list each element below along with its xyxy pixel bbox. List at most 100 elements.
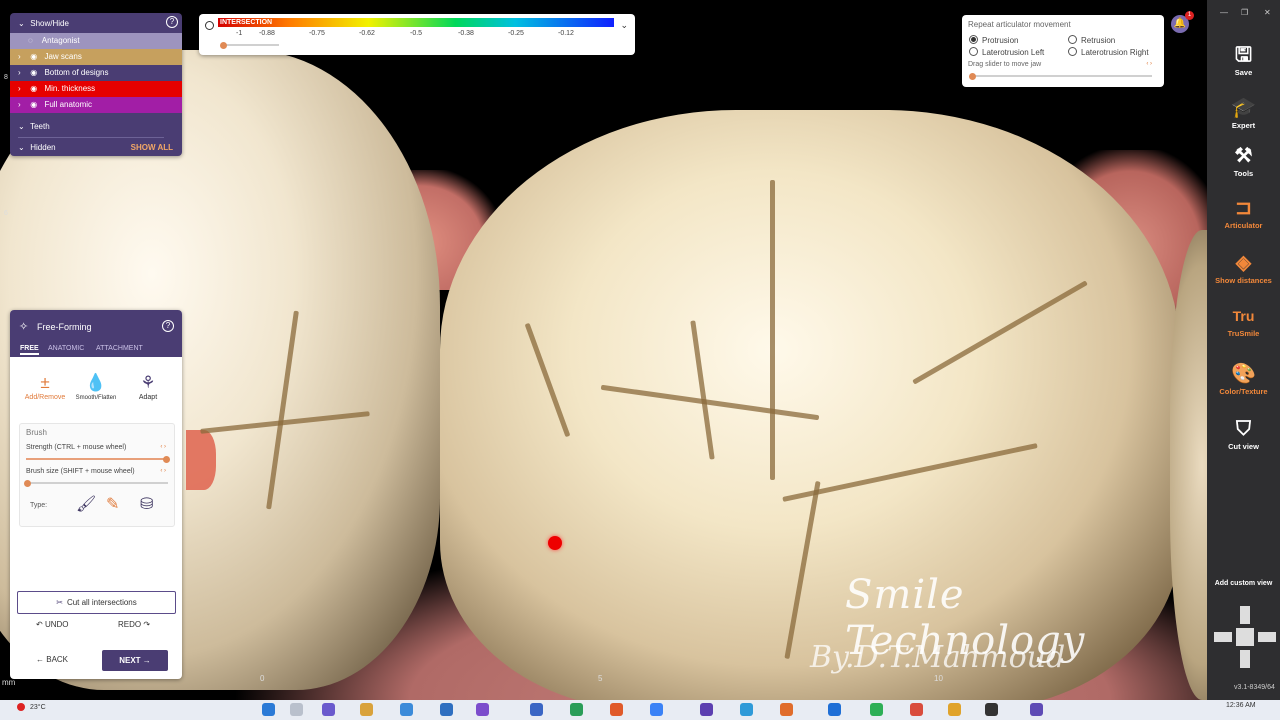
start-icon[interactable] — [262, 703, 275, 716]
taskbar-app-icon[interactable] — [870, 703, 883, 716]
show-all-button[interactable]: SHOW ALL — [131, 140, 173, 156]
eye-icon[interactable]: ◉ — [30, 81, 42, 97]
taskbar-app-icon[interactable] — [360, 703, 373, 716]
redo-button[interactable]: REDO ↷ — [118, 620, 150, 629]
brush-type-flat-icon[interactable]: 🖌 — [76, 494, 96, 514]
taskbar-app-icon[interactable] — [700, 703, 713, 716]
next-label: NEXT — [119, 656, 141, 665]
clock[interactable]: 12:36 AM — [1226, 702, 1256, 709]
taskbar-app-icon[interactable] — [610, 703, 623, 716]
layer-row-bottom-of-designs[interactable]: › ◉ Bottom of designs — [10, 65, 182, 81]
restore-icon[interactable]: ❐ — [1241, 8, 1248, 17]
cut-all-intersections-button[interactable]: ✂ Cut all intersections — [17, 591, 176, 614]
taskbar-app-icon[interactable] — [440, 703, 453, 716]
taskbar-app-icon[interactable] — [828, 703, 841, 716]
minimize-icon[interactable]: — — [1220, 8, 1228, 17]
toolbar-save[interactable]: 🖫 Save — [1207, 42, 1280, 77]
brush-type-cylinder-icon[interactable]: ⛁ — [140, 494, 153, 514]
taskbar-app-icon[interactable] — [400, 703, 413, 716]
size-slider-knob[interactable] — [24, 480, 31, 487]
view-navigation-pad[interactable] — [1214, 606, 1276, 668]
show-hide-title: Show/Hide — [30, 19, 69, 28]
next-button[interactable]: NEXT → — [102, 650, 168, 671]
radio-icon[interactable] — [1068, 35, 1077, 44]
taskbar-app-icon[interactable] — [740, 703, 753, 716]
chevron-right-icon[interactable]: › — [18, 65, 28, 81]
jaw-slider-knob[interactable] — [969, 73, 976, 80]
close-icon[interactable]: ✕ — [1264, 8, 1271, 17]
toolbar-color-texture[interactable]: 🎨 Color/Texture — [1207, 361, 1280, 396]
toolbar-show-distances[interactable]: ◈ Show distances — [1207, 250, 1280, 285]
taskbar-app-icon[interactable] — [476, 703, 489, 716]
intersection-slider-knob[interactable] — [220, 42, 227, 49]
view-down-icon[interactable] — [1240, 650, 1250, 668]
undo-button[interactable]: ↶ UNDO — [36, 620, 69, 629]
help-icon[interactable]: ? — [162, 320, 174, 332]
arrows-icon[interactable]: ‹ › — [160, 468, 166, 474]
chevron-down-icon[interactable]: ⌄ — [620, 20, 628, 31]
toolbar-tools[interactable]: ⚒ Tools — [1207, 143, 1280, 178]
layer-row-min-thickness[interactable]: › ◉ Min. thickness — [10, 81, 182, 97]
toolbar-label: Cut view — [1228, 442, 1259, 451]
add-custom-view[interactable]: Add custom view — [1207, 580, 1280, 587]
tool-adapt[interactable]: ⚘ Adapt — [126, 372, 170, 401]
tab-anatomic[interactable]: ANATOMIC — [48, 345, 84, 352]
search-icon[interactable] — [290, 703, 303, 716]
view-up-icon[interactable] — [1240, 606, 1250, 624]
back-button[interactable]: ← BACK — [36, 655, 68, 664]
taskbar-app-icon[interactable] — [530, 703, 543, 716]
tool-add-remove[interactable]: ± Add/Remove — [22, 372, 68, 401]
eye-icon[interactable]: ◉ — [30, 49, 42, 65]
strength-slider-knob[interactable] — [163, 456, 170, 463]
show-hide-header[interactable]: ⌄ Show/Hide ? — [10, 13, 182, 33]
group-hidden[interactable]: ⌄ Hidden SHOW ALL — [10, 140, 182, 156]
arrows-icon[interactable]: ‹ › — [160, 444, 166, 450]
weather-label[interactable]: 23°C — [30, 704, 46, 711]
layer-row-jaw-scans[interactable]: › ◉ Jaw scans — [10, 49, 182, 65]
eye-off-icon[interactable]: ◌ — [28, 33, 40, 49]
taskbar-app-icon[interactable] — [985, 703, 998, 716]
cut-icon: ✂ — [56, 598, 63, 607]
taskbar-app-icon[interactable] — [910, 703, 923, 716]
radio-protrusion[interactable]: Protrusion — [969, 35, 1018, 45]
intersection-slider-track[interactable] — [223, 44, 279, 46]
taskbar-app-icon[interactable] — [780, 703, 793, 716]
size-slider-track[interactable] — [26, 482, 168, 484]
help-icon[interactable]: ? — [166, 16, 178, 28]
toolbar-articulator[interactable]: ⊐ Articulator — [1207, 195, 1280, 230]
chevron-right-icon[interactable]: › — [18, 49, 28, 65]
view-right-icon[interactable] — [1258, 632, 1276, 642]
adapt-icon: ⚘ — [140, 373, 156, 392]
toolbar-expert[interactable]: 🎓 Expert — [1207, 95, 1280, 130]
brush-type-round-icon[interactable]: ✎ — [106, 494, 119, 514]
radio-icon[interactable] — [969, 47, 978, 56]
eye-icon[interactable]: ◉ — [30, 97, 42, 113]
tool-smooth-flatten[interactable]: 💧 Smooth/Flatten — [72, 372, 120, 401]
radio-icon[interactable] — [1068, 47, 1077, 56]
taskbar-app-icon[interactable] — [948, 703, 961, 716]
tab-free[interactable]: FREE — [20, 345, 39, 355]
eye-icon[interactable]: ◉ — [30, 65, 42, 81]
taskbar-app-icon[interactable] — [650, 703, 663, 716]
radio-laterotrusion-right[interactable]: Laterotrusion Right — [1068, 47, 1149, 57]
chevron-right-icon[interactable]: › — [18, 81, 28, 97]
radio-retrusion[interactable]: Retrusion — [1068, 35, 1115, 45]
layer-row-antagonist[interactable]: ◌ Antagonist — [10, 33, 182, 49]
taskbar-app-icon[interactable] — [322, 703, 335, 716]
view-left-icon[interactable] — [1214, 632, 1232, 642]
radio-laterotrusion-left[interactable]: Laterotrusion Left — [969, 47, 1044, 57]
group-teeth[interactable]: ⌄ Teeth — [10, 119, 182, 135]
tab-attachment[interactable]: ATTACHMENT — [96, 345, 143, 352]
chevron-right-icon[interactable]: › — [18, 97, 28, 113]
layer-row-full-anatomic[interactable]: › ◉ Full anatomic — [10, 97, 182, 113]
jaw-slider-track[interactable] — [972, 75, 1152, 77]
view-center-icon[interactable] — [1236, 628, 1254, 646]
strength-slider-track[interactable] — [26, 458, 168, 460]
taskbar-app-icon[interactable] — [570, 703, 583, 716]
toolbar-trusmile[interactable]: Tru TruSmile — [1207, 303, 1280, 338]
toolbar-cut-view[interactable]: ⛉ Cut view — [1207, 416, 1280, 451]
add-remove-icon: ± — [40, 373, 50, 392]
taskbar-app-icon[interactable] — [1030, 703, 1043, 716]
weather-alert-icon[interactable] — [17, 703, 25, 711]
radio-selected-icon[interactable] — [969, 35, 978, 44]
